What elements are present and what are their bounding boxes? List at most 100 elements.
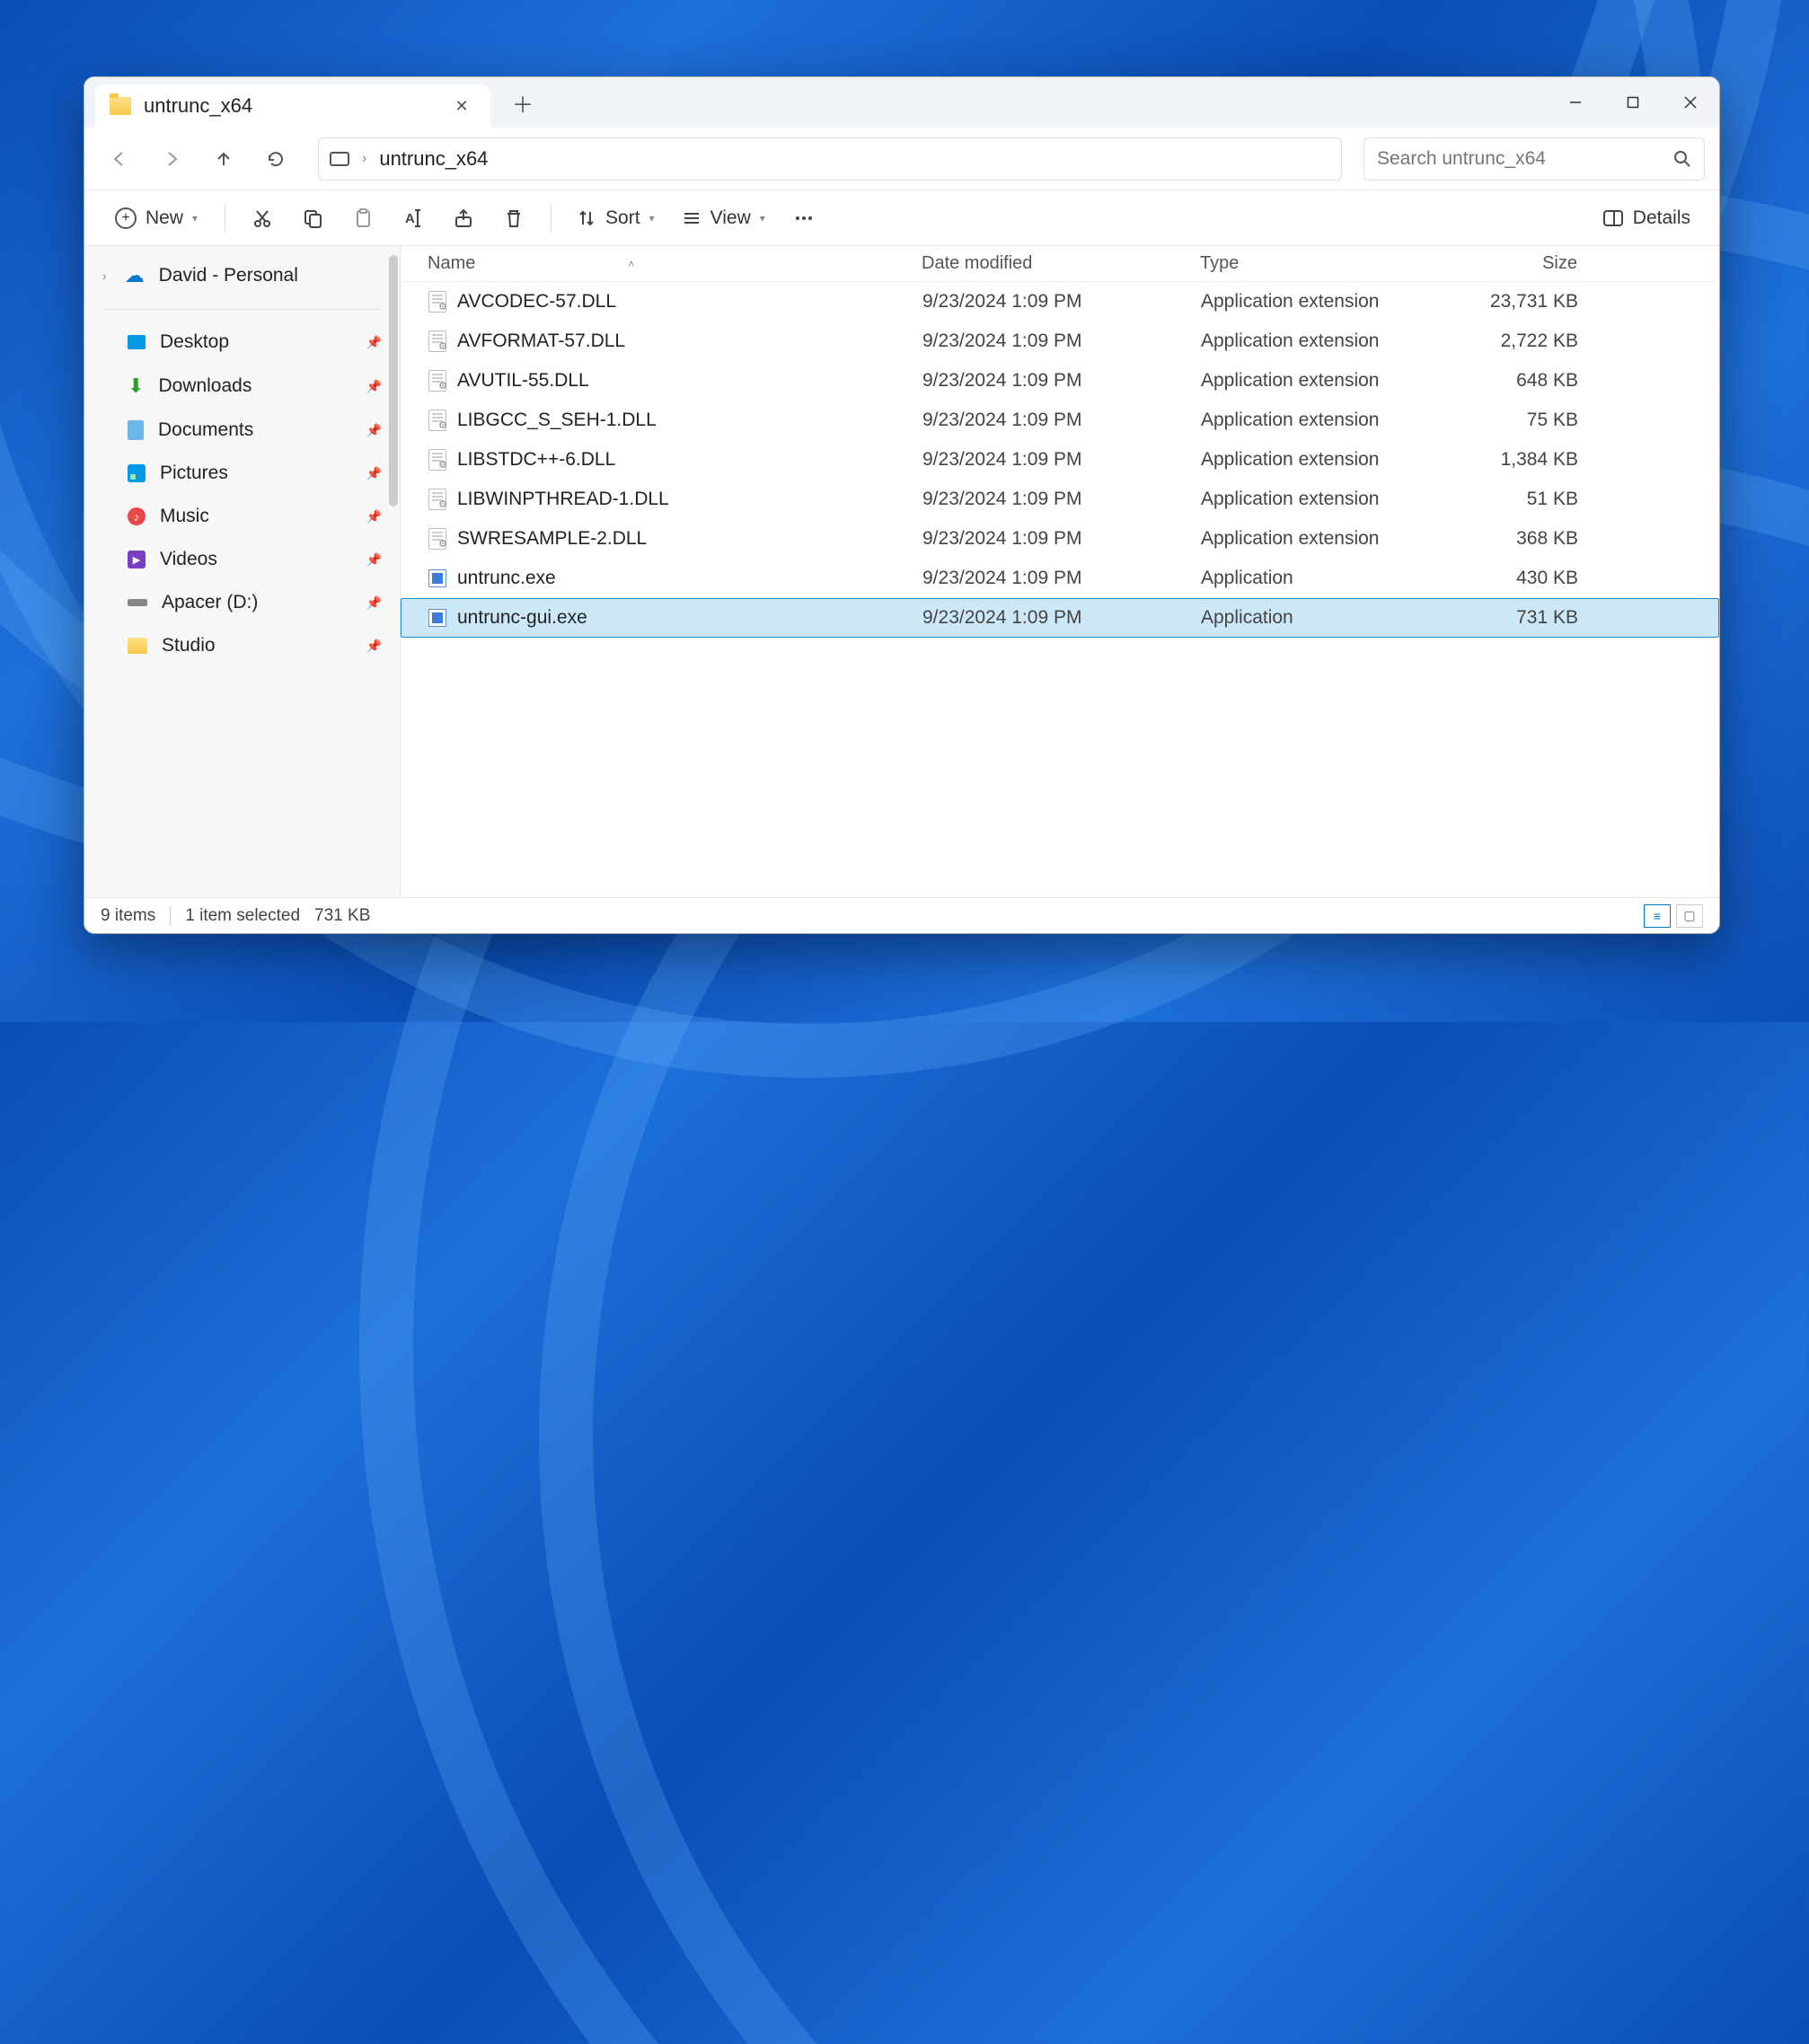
pin-icon[interactable]: 📌 xyxy=(366,466,382,481)
sort-ascending-icon: ˄ xyxy=(628,258,634,270)
pin-icon[interactable]: 📌 xyxy=(366,335,382,350)
pin-icon[interactable]: 📌 xyxy=(366,509,382,524)
sidebar-item-studio[interactable]: Studio📌 xyxy=(84,624,400,667)
dll-icon xyxy=(428,370,446,392)
column-header-size[interactable]: Size xyxy=(1434,253,1577,274)
sidebar-item-documents[interactable]: Documents 📌 xyxy=(84,409,400,452)
status-selection-size: 731 KB xyxy=(314,906,370,926)
music-icon: ♪ xyxy=(128,507,146,525)
file-row[interactable]: untrunc-gui.exe9/23/2024 1:09 PMApplicat… xyxy=(401,598,1719,638)
file-size: 368 KB xyxy=(1434,528,1578,550)
chevron-right-icon[interactable]: › xyxy=(362,151,366,167)
file-explorer-window: untrunc_x64 ✕ ＋ xyxy=(84,76,1720,934)
pin-icon[interactable]: 📌 xyxy=(366,379,382,394)
sidebar-item-onedrive[interactable]: › ☁ David - Personal xyxy=(84,253,400,298)
file-name: LIBSTDC++-6.DLL xyxy=(457,449,615,471)
sidebar[interactable]: › ☁ David - Personal Desktop📌⬇Downloads📌… xyxy=(84,246,401,897)
pin-icon[interactable]: 📌 xyxy=(366,595,382,611)
file-size: 731 KB xyxy=(1434,607,1578,629)
pin-icon[interactable]: 📌 xyxy=(366,639,382,654)
chevron-right-icon[interactable]: › xyxy=(102,269,107,283)
dll-icon xyxy=(428,410,446,431)
maximize-button[interactable] xyxy=(1604,77,1662,128)
sidebar-item-desktop[interactable]: Desktop📌 xyxy=(84,321,400,364)
sidebar-item-music[interactable]: ♪Music📌 xyxy=(84,495,400,538)
sort-button[interactable]: Sort ▾ xyxy=(566,200,666,236)
file-row[interactable]: AVUTIL-55.DLL9/23/2024 1:09 PMApplicatio… xyxy=(401,361,1719,401)
minimize-button[interactable] xyxy=(1547,77,1604,128)
tab-close-button[interactable]: ✕ xyxy=(449,93,474,119)
search-input[interactable] xyxy=(1377,148,1664,170)
file-name: AVCODEC-57.DLL xyxy=(457,291,616,313)
details-label: Details xyxy=(1633,207,1690,229)
file-row[interactable]: LIBSTDC++-6.DLL9/23/2024 1:09 PMApplicat… xyxy=(401,440,1719,480)
file-row[interactable]: SWRESAMPLE-2.DLL9/23/2024 1:09 PMApplica… xyxy=(401,519,1719,559)
file-size: 75 KB xyxy=(1434,410,1578,431)
file-size: 51 KB xyxy=(1434,489,1578,510)
more-button[interactable] xyxy=(781,198,826,238)
details-pane-button[interactable]: Details xyxy=(1592,200,1701,236)
file-row[interactable]: AVFORMAT-57.DLL9/23/2024 1:09 PMApplicat… xyxy=(401,322,1719,361)
up-button[interactable] xyxy=(203,138,244,180)
search-box[interactable] xyxy=(1363,137,1705,181)
file-type: Application xyxy=(1201,568,1434,589)
sidebar-label: Documents xyxy=(158,419,253,441)
plus-circle-icon: + xyxy=(115,207,137,229)
exe-icon xyxy=(428,609,446,627)
file-list[interactable]: Name ˄ Date modified Type Size AVCODEC-5… xyxy=(401,246,1719,897)
details-pane-icon xyxy=(1602,208,1624,228)
column-header-date[interactable]: Date modified xyxy=(922,253,1200,274)
sidebar-item-videos[interactable]: ▶ Videos 📌 xyxy=(84,538,400,581)
window-controls xyxy=(1547,77,1719,128)
pin-icon[interactable]: 📌 xyxy=(366,423,382,438)
copy-button[interactable] xyxy=(290,198,335,238)
file-date: 9/23/2024 1:09 PM xyxy=(922,528,1201,550)
new-button[interactable]: + New ▾ xyxy=(102,200,210,236)
toolbar: + New ▾ A Sort ▾ View xyxy=(84,190,1719,246)
sidebar-item-apacer-d-[interactable]: Apacer (D:)📌 xyxy=(84,581,400,624)
column-header-name[interactable]: Name ˄ xyxy=(428,253,922,274)
address-segment[interactable]: untrunc_x64 xyxy=(379,147,488,171)
navbar: › untrunc_x64 xyxy=(84,128,1719,190)
tab-untrunc[interactable]: untrunc_x64 ✕ xyxy=(95,84,490,128)
file-date: 9/23/2024 1:09 PM xyxy=(922,370,1201,392)
desktop-icon xyxy=(128,335,146,349)
forward-button[interactable] xyxy=(151,138,192,180)
back-button[interactable] xyxy=(99,138,140,180)
column-header-type[interactable]: Type xyxy=(1200,253,1434,274)
view-button[interactable]: View ▾ xyxy=(671,200,776,236)
sidebar-item-pictures[interactable]: Pictures📌 xyxy=(84,452,400,495)
file-name: untrunc.exe xyxy=(457,568,556,589)
address-bar[interactable]: › untrunc_x64 xyxy=(318,137,1342,181)
document-icon xyxy=(128,420,144,440)
file-date: 9/23/2024 1:09 PM xyxy=(922,489,1201,510)
pin-icon[interactable]: 📌 xyxy=(366,552,382,568)
cut-button[interactable] xyxy=(240,198,285,238)
video-icon: ▶ xyxy=(128,551,146,568)
exe-icon xyxy=(428,569,446,587)
file-size: 648 KB xyxy=(1434,370,1578,392)
file-row[interactable]: LIBWINPTHREAD-1.DLL9/23/2024 1:09 PMAppl… xyxy=(401,480,1719,519)
rename-button[interactable]: A xyxy=(391,198,436,238)
sidebar-item-downloads[interactable]: ⬇Downloads📌 xyxy=(84,364,400,409)
svg-text:A: A xyxy=(405,211,415,226)
pictures-icon xyxy=(128,464,146,482)
chevron-down-icon: ▾ xyxy=(192,212,198,225)
search-icon[interactable] xyxy=(1673,150,1691,168)
body-area: › ☁ David - Personal Desktop📌⬇Downloads📌… xyxy=(84,246,1719,897)
chevron-down-icon: ▾ xyxy=(760,212,765,225)
new-tab-button[interactable]: ＋ xyxy=(501,77,544,128)
sidebar-scrollbar[interactable] xyxy=(389,255,398,507)
file-row[interactable]: AVCODEC-57.DLL9/23/2024 1:09 PMApplicati… xyxy=(401,282,1719,322)
thumbnails-view-toggle[interactable]: ▢ xyxy=(1676,904,1703,928)
delete-button[interactable] xyxy=(491,198,536,238)
details-view-toggle[interactable]: ≡ xyxy=(1644,904,1671,928)
close-button[interactable] xyxy=(1662,77,1719,128)
sidebar-label: Videos xyxy=(160,549,217,570)
refresh-button[interactable] xyxy=(255,138,296,180)
file-row[interactable]: untrunc.exe9/23/2024 1:09 PMApplication4… xyxy=(401,559,1719,598)
file-row[interactable]: LIBGCC_S_SEH-1.DLL9/23/2024 1:09 PMAppli… xyxy=(401,401,1719,440)
paste-button[interactable] xyxy=(340,198,385,238)
share-button[interactable] xyxy=(441,198,486,238)
file-name: LIBWINPTHREAD-1.DLL xyxy=(457,489,669,510)
